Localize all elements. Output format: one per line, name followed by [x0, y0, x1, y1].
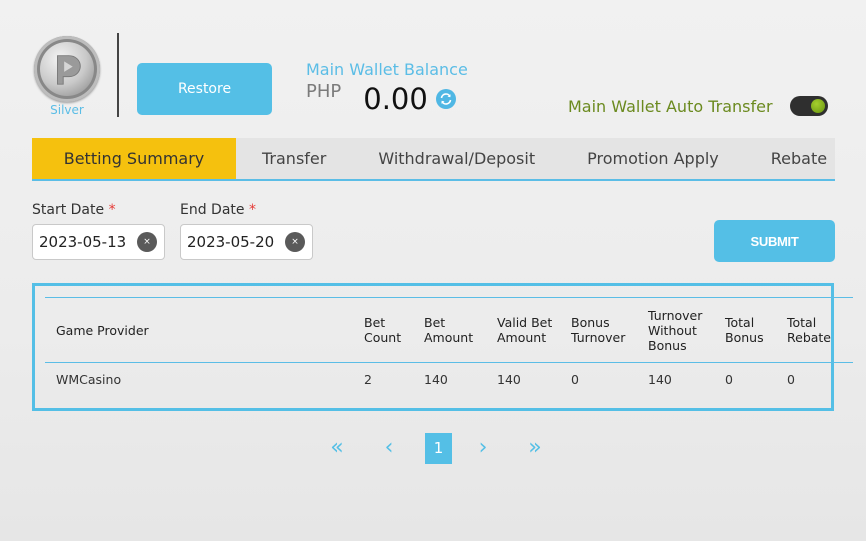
clear-start-date-icon[interactable]: ×	[137, 232, 157, 252]
restore-button[interactable]: Restore	[137, 63, 272, 115]
tab-rebate[interactable]: Rebate	[745, 138, 835, 179]
auto-transfer: Main Wallet Auto Transfer	[568, 96, 828, 116]
cell-bet-count: 2	[364, 372, 372, 388]
tab-bar: Betting Summary Transfer Withdrawal/Depo…	[32, 138, 835, 181]
vip-tier-badge: Silver	[33, 36, 101, 117]
col-valid-bet-amount: Valid Bet Amount	[497, 315, 553, 345]
tab-betting-summary[interactable]: Betting Summary	[32, 138, 236, 179]
submit-button[interactable]: SUBMIT	[714, 220, 835, 262]
betting-summary-table: Game Provider Bet Count Bet Amount Valid…	[45, 297, 853, 397]
betting-summary-page: Silver Restore Main Wallet Balance PHP 0…	[0, 0, 866, 541]
wallet-balance: 0.00	[363, 82, 428, 116]
betting-summary-table-frame: Game Provider Bet Count Bet Amount Valid…	[32, 283, 853, 411]
start-date-label: Start Date	[32, 202, 105, 218]
cell-bonus-turnover: 0	[571, 372, 579, 388]
tier-label: Silver	[50, 103, 84, 117]
last-page-button[interactable]: »	[520, 433, 550, 464]
required-mark: *	[108, 202, 116, 218]
col-total-rebate: Total Rebate	[787, 315, 832, 345]
first-page-button[interactable]: «	[322, 433, 352, 464]
col-game-provider: Game Provider	[56, 322, 149, 338]
tab-transfer[interactable]: Transfer	[236, 138, 352, 179]
cell-total-bonus: 0	[725, 372, 733, 388]
cell-turnover-without-bonus: 140	[648, 372, 672, 388]
end-date-field: End Date * 2023-05-20 ×	[180, 202, 313, 260]
cell-total-rebate: 0	[787, 372, 795, 388]
col-bonus-turnover: Bonus Turnover	[571, 315, 626, 345]
end-date-input[interactable]: 2023-05-20 ×	[180, 224, 313, 260]
col-bet-count: Bet Count	[364, 315, 402, 345]
pagination: « ‹ 1 › »	[322, 433, 550, 464]
required-mark: *	[248, 202, 256, 218]
auto-transfer-label: Main Wallet Auto Transfer	[568, 96, 773, 116]
start-date-input[interactable]: 2023-05-13 ×	[32, 224, 165, 260]
tab-withdrawal-deposit[interactable]: Withdrawal/Deposit	[352, 138, 561, 179]
start-date-field: Start Date * 2023-05-13 ×	[32, 202, 165, 260]
wallet-title: Main Wallet Balance	[306, 60, 468, 79]
silver-coin-icon	[34, 36, 100, 102]
wallet-currency: PHP	[306, 81, 342, 102]
col-bet-amount: Bet Amount	[424, 315, 474, 345]
end-date-value[interactable]: 2023-05-20	[187, 233, 274, 251]
table-row: WMCasino 2 140 140 0 140 0 0	[45, 363, 853, 397]
end-date-label: End Date	[180, 202, 245, 218]
start-date-value[interactable]: 2023-05-13	[39, 233, 126, 251]
main-wallet: Main Wallet Balance PHP 0.00	[306, 60, 468, 116]
tab-promotion-apply[interactable]: Promotion Apply	[561, 138, 745, 179]
header-divider	[117, 33, 119, 117]
next-page-button[interactable]: ›	[468, 433, 498, 464]
col-total-bonus: Total Bonus	[725, 315, 764, 345]
cell-game-provider: WMCasino	[56, 372, 122, 388]
cell-bet-amount: 140	[424, 372, 448, 388]
cell-valid-bet-amount: 140	[497, 372, 521, 388]
clear-end-date-icon[interactable]: ×	[285, 232, 305, 252]
toggle-knob	[810, 99, 825, 113]
auto-transfer-toggle[interactable]	[789, 96, 828, 116]
table-header-row: Game Provider Bet Count Bet Amount Valid…	[45, 297, 853, 363]
page-1-button[interactable]: 1	[425, 433, 452, 464]
previous-page-button[interactable]: ‹	[374, 433, 404, 464]
col-turnover-without-bonus: Turnover Without Bonus	[648, 307, 703, 353]
refresh-icon[interactable]	[435, 89, 456, 109]
